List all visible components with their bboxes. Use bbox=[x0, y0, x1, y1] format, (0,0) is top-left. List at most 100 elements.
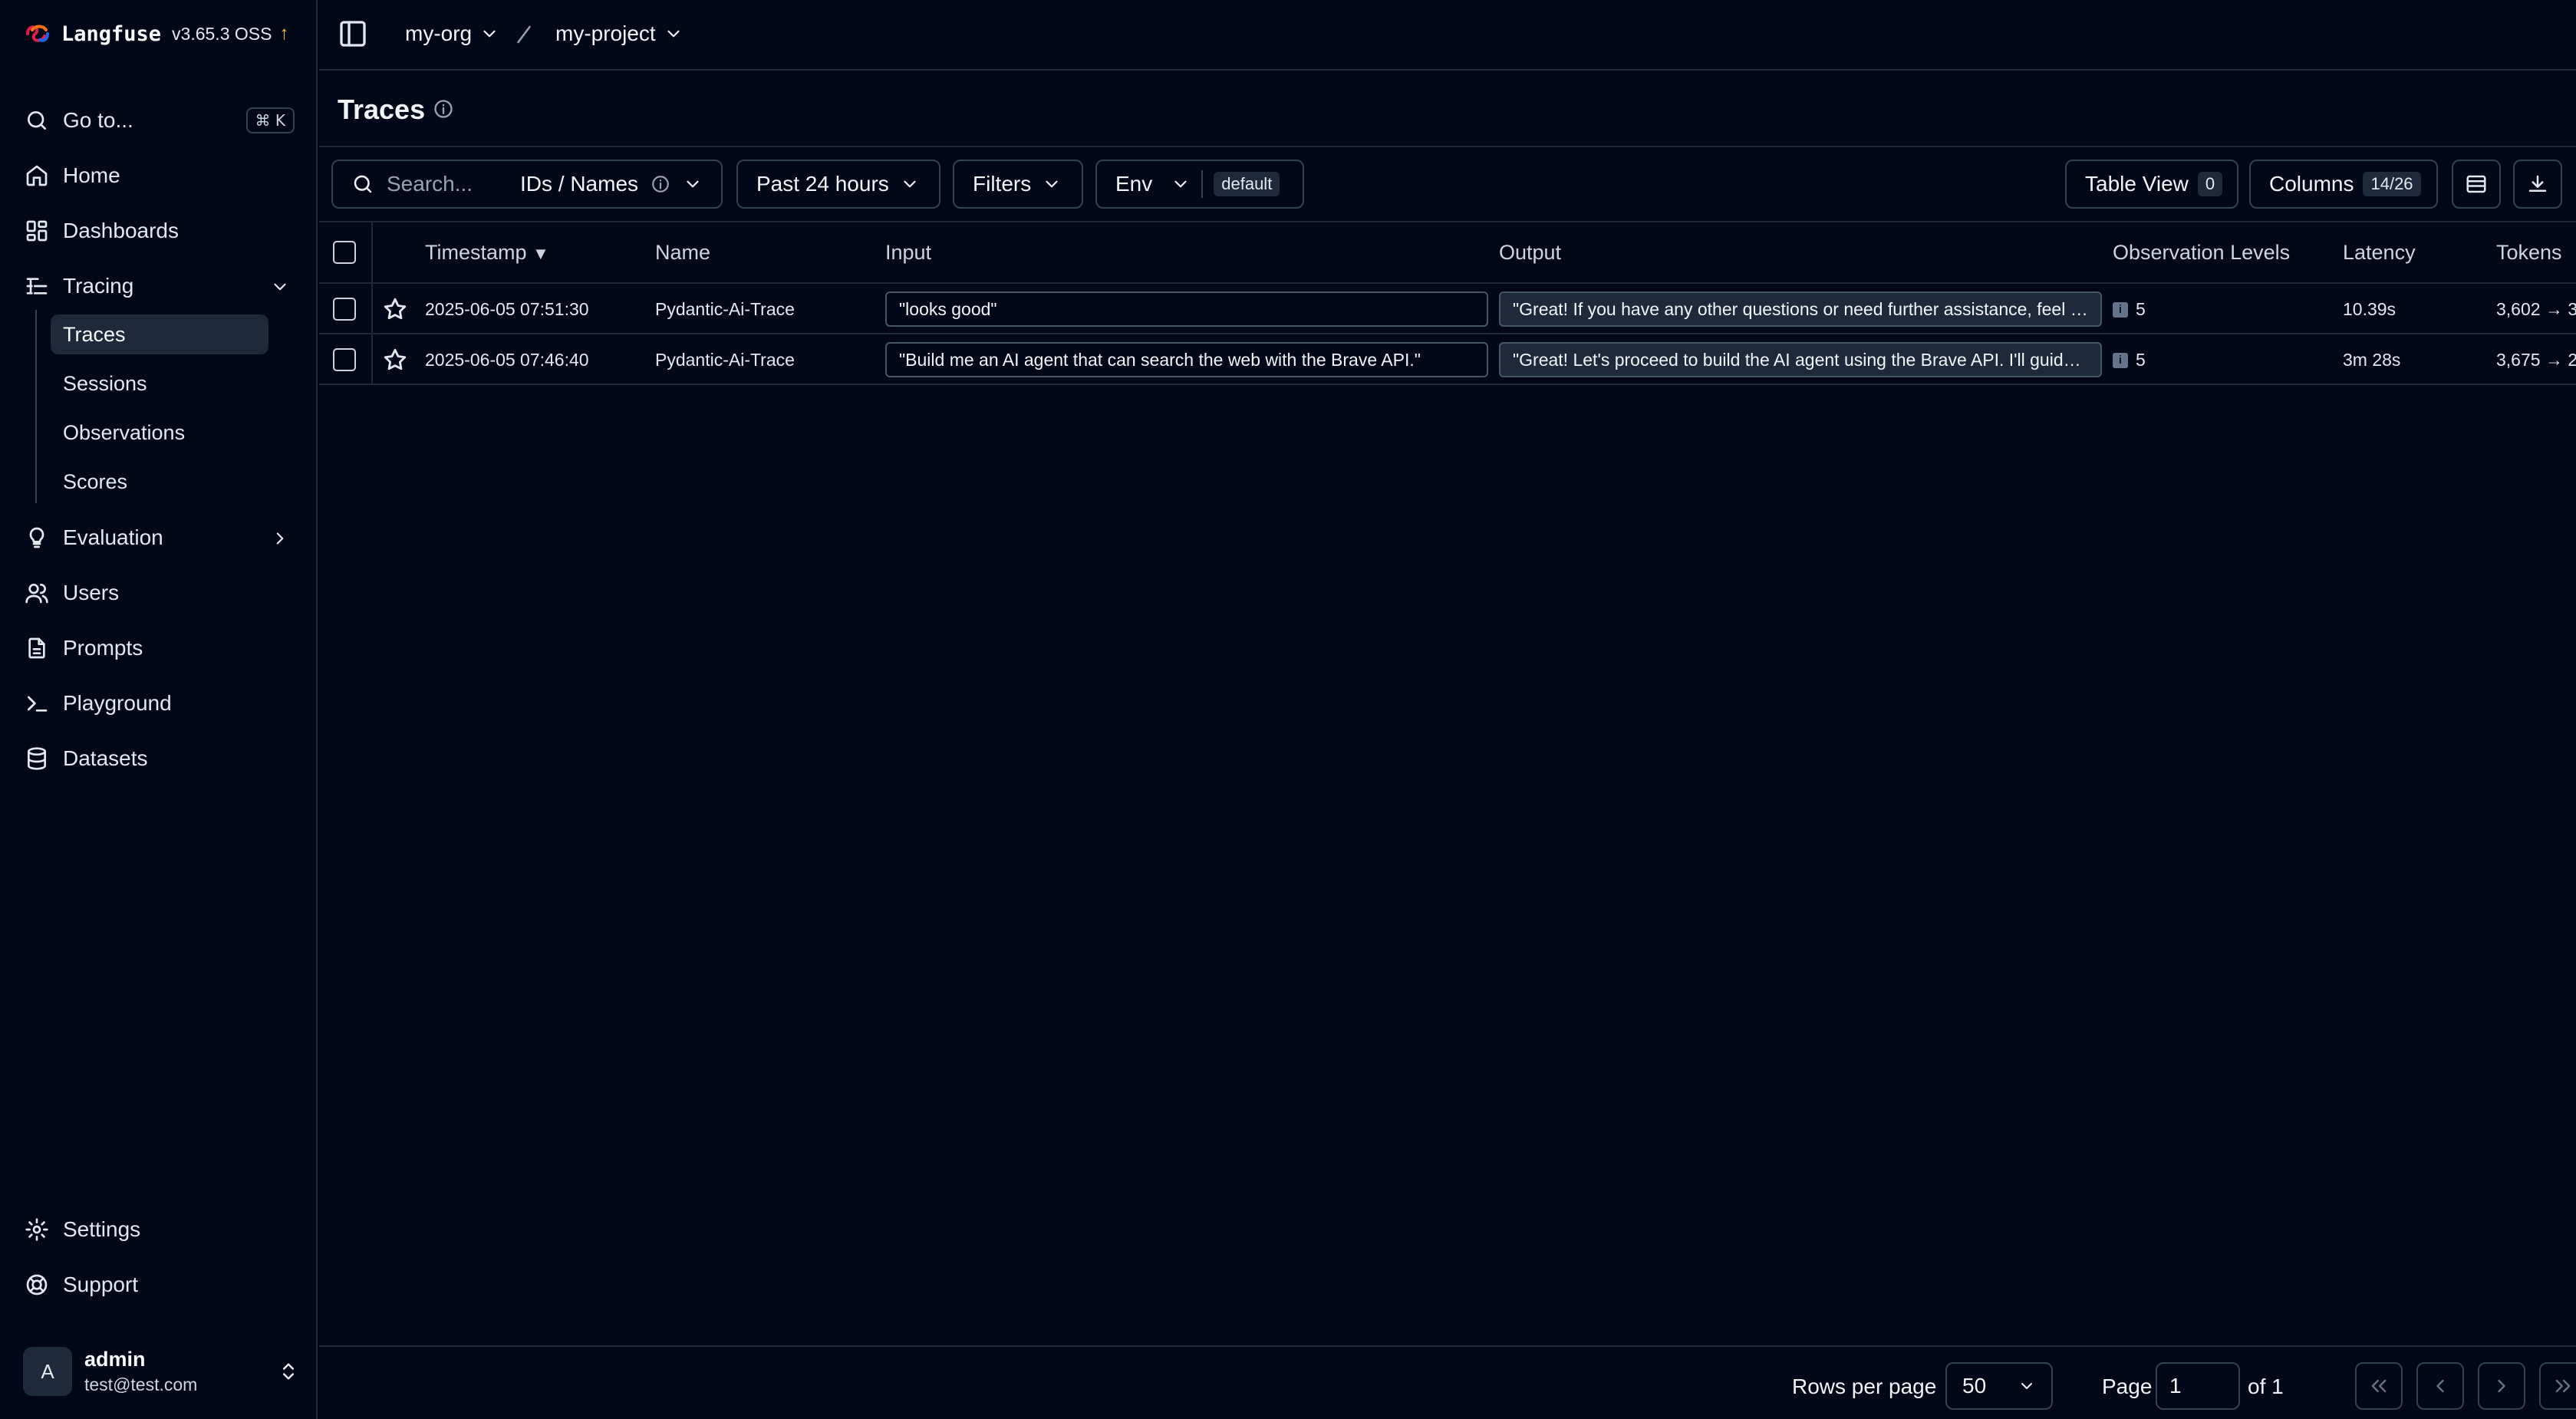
project-selector[interactable]: my-project bbox=[555, 18, 684, 49]
brand-version: v3.65.3 OSS bbox=[172, 23, 272, 44]
search-input[interactable]: Search... bbox=[387, 172, 509, 196]
user-menu[interactable]: A admin test@test.com bbox=[23, 1347, 299, 1396]
table-view-button[interactable]: Table View 0 bbox=[2065, 160, 2238, 209]
columns-button[interactable]: Columns 14/26 bbox=[2249, 160, 2438, 209]
name-cell[interactable]: Pydantic-Ai-Trace bbox=[655, 299, 795, 320]
column-header-latency[interactable]: Latency bbox=[2343, 241, 2416, 265]
avatar: A bbox=[23, 1347, 72, 1396]
sidebar-item-traces[interactable]: Traces bbox=[51, 314, 268, 354]
search-mode-label[interactable]: IDs / Names bbox=[520, 172, 638, 196]
time-range-select[interactable]: Past 24 hours bbox=[736, 160, 940, 209]
search-icon bbox=[28, 111, 46, 130]
time-range-value: Past 24 hours bbox=[756, 172, 889, 196]
chevrons-left-icon bbox=[2371, 1379, 2387, 1393]
tokens-cell: 3,602 → 3 bbox=[2496, 299, 2576, 319]
page-header: Traces bbox=[319, 72, 2576, 147]
star-icon[interactable] bbox=[382, 296, 408, 322]
sidebar-item-label: Home bbox=[63, 163, 120, 187]
breadcrumb-slash-icon bbox=[517, 25, 531, 44]
download-button[interactable] bbox=[2513, 160, 2562, 209]
first-page-button[interactable] bbox=[2355, 1362, 2403, 1410]
page-label: Page bbox=[2102, 1375, 2153, 1398]
user-name: admin bbox=[84, 1348, 146, 1371]
info-level-icon: i bbox=[2113, 301, 2128, 318]
rows-per-page-select[interactable]: 50 bbox=[1945, 1362, 2053, 1410]
page-input[interactable]: 1 bbox=[2156, 1362, 2240, 1410]
output-cell[interactable]: "Great! Let's proceed to build the AI ag… bbox=[1499, 342, 2102, 377]
page-title: Traces bbox=[338, 94, 426, 125]
name-cell[interactable]: Pydantic-Ai-Trace bbox=[655, 350, 795, 370]
sidebar: Langfuse v3.65.3 OSS ↑ Go to... ⌘ K Home… bbox=[0, 0, 318, 1419]
sidebar-item-prompts[interactable]: Prompts bbox=[12, 626, 304, 670]
sidebar-toggle-icon[interactable] bbox=[338, 18, 368, 49]
last-page-button[interactable] bbox=[2539, 1362, 2576, 1410]
input-cell[interactable]: "looks good" bbox=[885, 291, 1488, 327]
tokens-cell: 3,675 → 2 bbox=[2496, 350, 2576, 370]
column-header-timestamp[interactable]: Timestamp ▼ bbox=[425, 241, 549, 265]
columns-label: Columns bbox=[2269, 172, 2354, 196]
project-name: my-project bbox=[555, 21, 656, 45]
pagination-bar: Rows per page 50 Page 1 of 1 bbox=[319, 1345, 2576, 1419]
column-header-label: Timestamp bbox=[425, 241, 527, 264]
sidebar-item-scores[interactable]: Scores bbox=[51, 462, 268, 502]
table-row[interactable]: 2025-06-05 07:46:40 Pydantic-Ai-Trace "B… bbox=[319, 334, 2576, 385]
tracing-icon bbox=[26, 278, 48, 295]
sidebar-item-playground[interactable]: Playground bbox=[12, 681, 304, 726]
brand-name: Langfuse bbox=[61, 21, 162, 46]
chevrons-right-icon bbox=[2555, 1379, 2571, 1393]
gear-icon bbox=[25, 1218, 48, 1241]
observation-levels-cell: i 5 bbox=[2113, 350, 2146, 370]
input-cell[interactable]: "Build me an AI agent that can search th… bbox=[885, 342, 1488, 377]
rows-icon bbox=[2466, 175, 2486, 193]
env-value-badge: default bbox=[1214, 172, 1280, 196]
chevron-up-down-icon bbox=[283, 1363, 294, 1380]
lifebuoy-icon bbox=[26, 1274, 48, 1296]
sidebar-item-sessions[interactable]: Sessions bbox=[51, 364, 268, 403]
next-page-button[interactable] bbox=[2478, 1362, 2525, 1410]
table-row[interactable]: 2025-06-05 07:51:30 Pydantic-Ai-Trace "l… bbox=[319, 284, 2576, 334]
row-checkbox[interactable] bbox=[333, 348, 356, 371]
timestamp-cell: 2025-06-05 07:46:40 bbox=[425, 350, 589, 370]
chevron-down-icon bbox=[1174, 180, 1187, 188]
column-header-name[interactable]: Name bbox=[655, 241, 710, 265]
prev-page-button[interactable] bbox=[2416, 1362, 2464, 1410]
sidebar-item-label: Settings bbox=[63, 1217, 141, 1241]
org-selector[interactable]: my-org bbox=[405, 18, 499, 49]
goto-button[interactable]: Go to... ⌘ K bbox=[12, 98, 304, 143]
sidebar-item-label: Playground bbox=[63, 691, 172, 715]
sidebar-item-settings[interactable]: Settings bbox=[12, 1207, 304, 1252]
timestamp-cell: 2025-06-05 07:51:30 bbox=[425, 299, 589, 319]
sidebar-item-evaluation[interactable]: Evaluation bbox=[12, 515, 304, 560]
output-cell[interactable]: "Great! If you have any other questions … bbox=[1499, 291, 2102, 327]
info-icon bbox=[652, 176, 669, 193]
row-checkbox[interactable] bbox=[333, 298, 356, 321]
chevron-down-icon bbox=[2021, 1383, 2032, 1389]
sidebar-item-tracing[interactable]: Tracing bbox=[12, 264, 304, 308]
sidebar-item-dashboards[interactable]: Dashboards bbox=[12, 209, 304, 253]
select-all-checkbox[interactable] bbox=[333, 241, 356, 264]
row-density-button[interactable] bbox=[2452, 160, 2501, 209]
home-icon bbox=[26, 165, 48, 186]
input-text: "looks good" bbox=[899, 298, 997, 319]
chevron-down-icon bbox=[904, 180, 916, 188]
filters-button[interactable]: Filters bbox=[953, 160, 1083, 209]
table-header: Timestamp ▼ Name Input Output Observatio… bbox=[319, 221, 2576, 284]
update-arrow-icon[interactable]: ↑ bbox=[279, 23, 288, 44]
column-header-input[interactable]: Input bbox=[885, 241, 931, 265]
sidebar-item-label: Evaluation bbox=[63, 525, 163, 549]
sidebar-item-support[interactable]: Support bbox=[12, 1263, 304, 1307]
search-bar[interactable]: Search... IDs / Names bbox=[331, 160, 723, 209]
info-icon[interactable] bbox=[433, 98, 454, 120]
sidebar-item-home[interactable]: Home bbox=[12, 153, 304, 198]
sidebar-item-users[interactable]: Users bbox=[12, 571, 304, 615]
input-text: "Build me an AI agent that can search th… bbox=[899, 349, 1421, 370]
sidebar-item-label: Users bbox=[63, 581, 120, 604]
sidebar-item-observations[interactable]: Observations bbox=[51, 413, 268, 453]
column-header-observation-levels[interactable]: Observation Levels bbox=[2113, 241, 2290, 265]
column-header-tokens[interactable]: Tokens bbox=[2496, 241, 2562, 265]
column-header-output[interactable]: Output bbox=[1499, 241, 1561, 265]
env-filter[interactable]: Env default bbox=[1095, 160, 1304, 209]
brand[interactable]: Langfuse v3.65.3 OSS ↑ bbox=[25, 20, 288, 48]
sidebar-item-datasets[interactable]: Datasets bbox=[12, 736, 304, 781]
star-icon[interactable] bbox=[382, 347, 408, 373]
